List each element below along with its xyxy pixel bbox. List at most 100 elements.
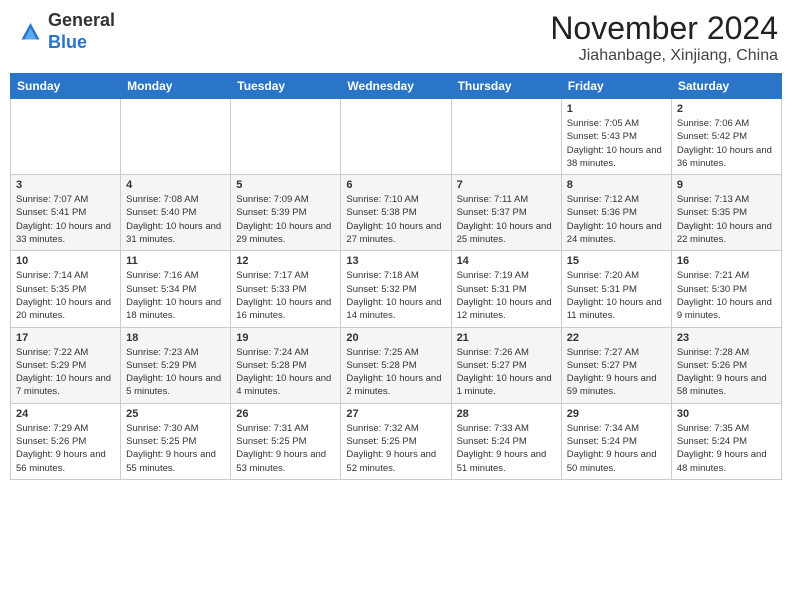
day-info: Sunrise: 7:06 AM Sunset: 5:42 PM Dayligh…	[677, 117, 776, 170]
day-number: 1	[567, 103, 666, 115]
calendar-cell: 14 Sunrise: 7:19 AM Sunset: 5:31 PM Dayli…	[451, 251, 561, 327]
day-info: Sunrise: 7:12 AM Sunset: 5:36 PM Dayligh…	[567, 193, 666, 246]
calendar-cell	[451, 99, 561, 175]
day-info: Sunrise: 7:18 AM Sunset: 5:32 PM Dayligh…	[346, 269, 445, 322]
day-info: Sunrise: 7:14 AM Sunset: 5:35 PM Dayligh…	[16, 269, 115, 322]
logo-icon	[14, 17, 44, 47]
calendar-cell: 7Sunrise: 7:11 AM Sunset: 5:37 PM Daylig…	[451, 175, 561, 251]
month-year: November 2024	[550, 10, 778, 47]
day-number: 25	[126, 408, 225, 420]
day-number: 12	[236, 255, 335, 267]
calendar-cell: 22 Sunrise: 7:27 AM Sunset: 5:27 PM Dayli…	[561, 327, 671, 403]
calendar-cell: 3 Sunrise: 7:07 AM Sunset: 5:41 PM Daylig…	[11, 175, 121, 251]
calendar-cell: 18 Sunrise: 7:23 AM Sunset: 5:29 PM Dayli…	[121, 327, 231, 403]
day-info: Sunrise: 7:16 AM Sunset: 5:34 PM Dayligh…	[126, 269, 225, 322]
day-number: 30	[677, 408, 776, 420]
day-number: 29	[567, 408, 666, 420]
day-number: 22	[567, 332, 666, 344]
day-number: 3	[16, 179, 115, 191]
calendar-cell: 29 Sunrise: 7:34 AM Sunset: 5:24 PM Dayli…	[561, 403, 671, 479]
day-info: Sunrise: 7:32 AM Sunset: 5:25 PM Dayligh…	[346, 422, 445, 475]
day-info: Sunrise: 7:34 AM Sunset: 5:24 PM Dayligh…	[567, 422, 666, 475]
calendar-cell: 15 Sunrise: 7:20 AM Sunset: 5:31 PM Dayli…	[561, 251, 671, 327]
day-number: 4	[126, 179, 225, 191]
calendar-cell: 24 Sunrise: 7:29 AM Sunset: 5:26 PM Dayli…	[11, 403, 121, 479]
calendar-week-row: 24 Sunrise: 7:29 AM Sunset: 5:26 PM Dayli…	[11, 403, 782, 479]
calendar-week-row: 17Sunrise: 7:22 AM Sunset: 5:29 PM Dayli…	[11, 327, 782, 403]
day-number: 19	[236, 332, 335, 344]
calendar-cell	[231, 99, 341, 175]
day-info: Sunrise: 7:09 AM Sunset: 5:39 PM Dayligh…	[236, 193, 335, 246]
calendar-cell	[11, 99, 121, 175]
weekday-header: Saturday	[671, 74, 781, 99]
calendar-cell: 1 Sunrise: 7:05 AM Sunset: 5:43 PM Daylig…	[561, 99, 671, 175]
calendar-cell: 11 Sunrise: 7:16 AM Sunset: 5:34 PM Dayli…	[121, 251, 231, 327]
title-block: November 2024 Jiahanbage, Xinjiang, Chin…	[550, 10, 778, 65]
calendar-cell: 21 Sunrise: 7:26 AM Sunset: 5:27 PM Dayli…	[451, 327, 561, 403]
day-number: 2	[677, 103, 776, 115]
day-info: Sunrise: 7:25 AM Sunset: 5:28 PM Dayligh…	[346, 346, 445, 399]
day-info: Sunrise: 7:07 AM Sunset: 5:41 PM Dayligh…	[16, 193, 115, 246]
day-number: 14	[457, 255, 556, 267]
day-info: Sunrise: 7:17 AM Sunset: 5:33 PM Dayligh…	[236, 269, 335, 322]
calendar-cell: 5 Sunrise: 7:09 AM Sunset: 5:39 PM Daylig…	[231, 175, 341, 251]
day-number: 9	[677, 179, 776, 191]
day-info: Sunrise: 7:30 AM Sunset: 5:25 PM Dayligh…	[126, 422, 225, 475]
calendar-cell: 8 Sunrise: 7:12 AM Sunset: 5:36 PM Daylig…	[561, 175, 671, 251]
day-info: Sunrise: 7:31 AM Sunset: 5:25 PM Dayligh…	[236, 422, 335, 475]
day-info: Sunrise: 7:23 AM Sunset: 5:29 PM Dayligh…	[126, 346, 225, 399]
page-header: General Blue November 2024 Jiahanbage, X…	[10, 10, 782, 65]
day-info: Sunrise: 7:21 AM Sunset: 5:30 PM Dayligh…	[677, 269, 776, 322]
calendar-cell: 25 Sunrise: 7:30 AM Sunset: 5:25 PM Dayli…	[121, 403, 231, 479]
day-info: Sunrise: 7:20 AM Sunset: 5:31 PM Dayligh…	[567, 269, 666, 322]
calendar-cell: 16 Sunrise: 7:21 AM Sunset: 5:30 PM Dayli…	[671, 251, 781, 327]
day-number: 10	[16, 255, 115, 267]
day-info: Sunrise: 7:10 AM Sunset: 5:38 PM Dayligh…	[346, 193, 445, 246]
day-info: Sunrise: 7:19 AM Sunset: 5:31 PM Dayligh…	[457, 269, 556, 322]
calendar-cell	[341, 99, 451, 175]
day-number: 18	[126, 332, 225, 344]
calendar-week-row: 3 Sunrise: 7:07 AM Sunset: 5:41 PM Daylig…	[11, 175, 782, 251]
day-number: 8	[567, 179, 666, 191]
day-info: Sunrise: 7:08 AM Sunset: 5:40 PM Dayligh…	[126, 193, 225, 246]
day-info: Sunrise: 7:05 AM Sunset: 5:43 PM Dayligh…	[567, 117, 666, 170]
calendar-cell: 28Sunrise: 7:33 AM Sunset: 5:24 PM Dayli…	[451, 403, 561, 479]
day-info: Sunrise: 7:29 AM Sunset: 5:26 PM Dayligh…	[16, 422, 115, 475]
weekday-header: Thursday	[451, 74, 561, 99]
day-info: Sunrise: 7:27 AM Sunset: 5:27 PM Dayligh…	[567, 346, 666, 399]
day-number: 24	[16, 408, 115, 420]
calendar-cell: 26 Sunrise: 7:31 AM Sunset: 5:25 PM Dayli…	[231, 403, 341, 479]
calendar-cell: 6 Sunrise: 7:10 AM Sunset: 5:38 PM Daylig…	[341, 175, 451, 251]
day-number: 27	[346, 408, 445, 420]
calendar-cell: 23Sunrise: 7:28 AM Sunset: 5:26 PM Dayli…	[671, 327, 781, 403]
day-number: 20	[346, 332, 445, 344]
calendar-cell: 4 Sunrise: 7:08 AM Sunset: 5:40 PM Daylig…	[121, 175, 231, 251]
calendar-week-row: 1 Sunrise: 7:05 AM Sunset: 5:43 PM Daylig…	[11, 99, 782, 175]
calendar-cell: 17Sunrise: 7:22 AM Sunset: 5:29 PM Dayli…	[11, 327, 121, 403]
location: Jiahanbage, Xinjiang, China	[550, 47, 778, 65]
calendar-cell: 20 Sunrise: 7:25 AM Sunset: 5:28 PM Dayli…	[341, 327, 451, 403]
logo-text: General Blue	[48, 10, 115, 53]
day-number: 26	[236, 408, 335, 420]
calendar-cell: 2 Sunrise: 7:06 AM Sunset: 5:42 PM Daylig…	[671, 99, 781, 175]
logo: General Blue	[14, 10, 115, 53]
calendar-cell: 27 Sunrise: 7:32 AM Sunset: 5:25 PM Dayli…	[341, 403, 451, 479]
weekday-header: Tuesday	[231, 74, 341, 99]
day-info: Sunrise: 7:35 AM Sunset: 5:24 PM Dayligh…	[677, 422, 776, 475]
day-info: Sunrise: 7:26 AM Sunset: 5:27 PM Dayligh…	[457, 346, 556, 399]
day-info: Sunrise: 7:22 AM Sunset: 5:29 PM Dayligh…	[16, 346, 115, 399]
calendar-cell: 19Sunrise: 7:24 AM Sunset: 5:28 PM Dayli…	[231, 327, 341, 403]
day-number: 16	[677, 255, 776, 267]
calendar-header-row: SundayMondayTuesdayWednesdayThursdayFrid…	[11, 74, 782, 99]
day-number: 15	[567, 255, 666, 267]
day-number: 7	[457, 179, 556, 191]
calendar-cell	[121, 99, 231, 175]
calendar-week-row: 10 Sunrise: 7:14 AM Sunset: 5:35 PM Dayli…	[11, 251, 782, 327]
calendar-table: SundayMondayTuesdayWednesdayThursdayFrid…	[10, 73, 782, 480]
day-number: 6	[346, 179, 445, 191]
day-number: 5	[236, 179, 335, 191]
day-number: 21	[457, 332, 556, 344]
day-number: 11	[126, 255, 225, 267]
day-info: Sunrise: 7:33 AM Sunset: 5:24 PM Dayligh…	[457, 422, 556, 475]
day-number: 13	[346, 255, 445, 267]
